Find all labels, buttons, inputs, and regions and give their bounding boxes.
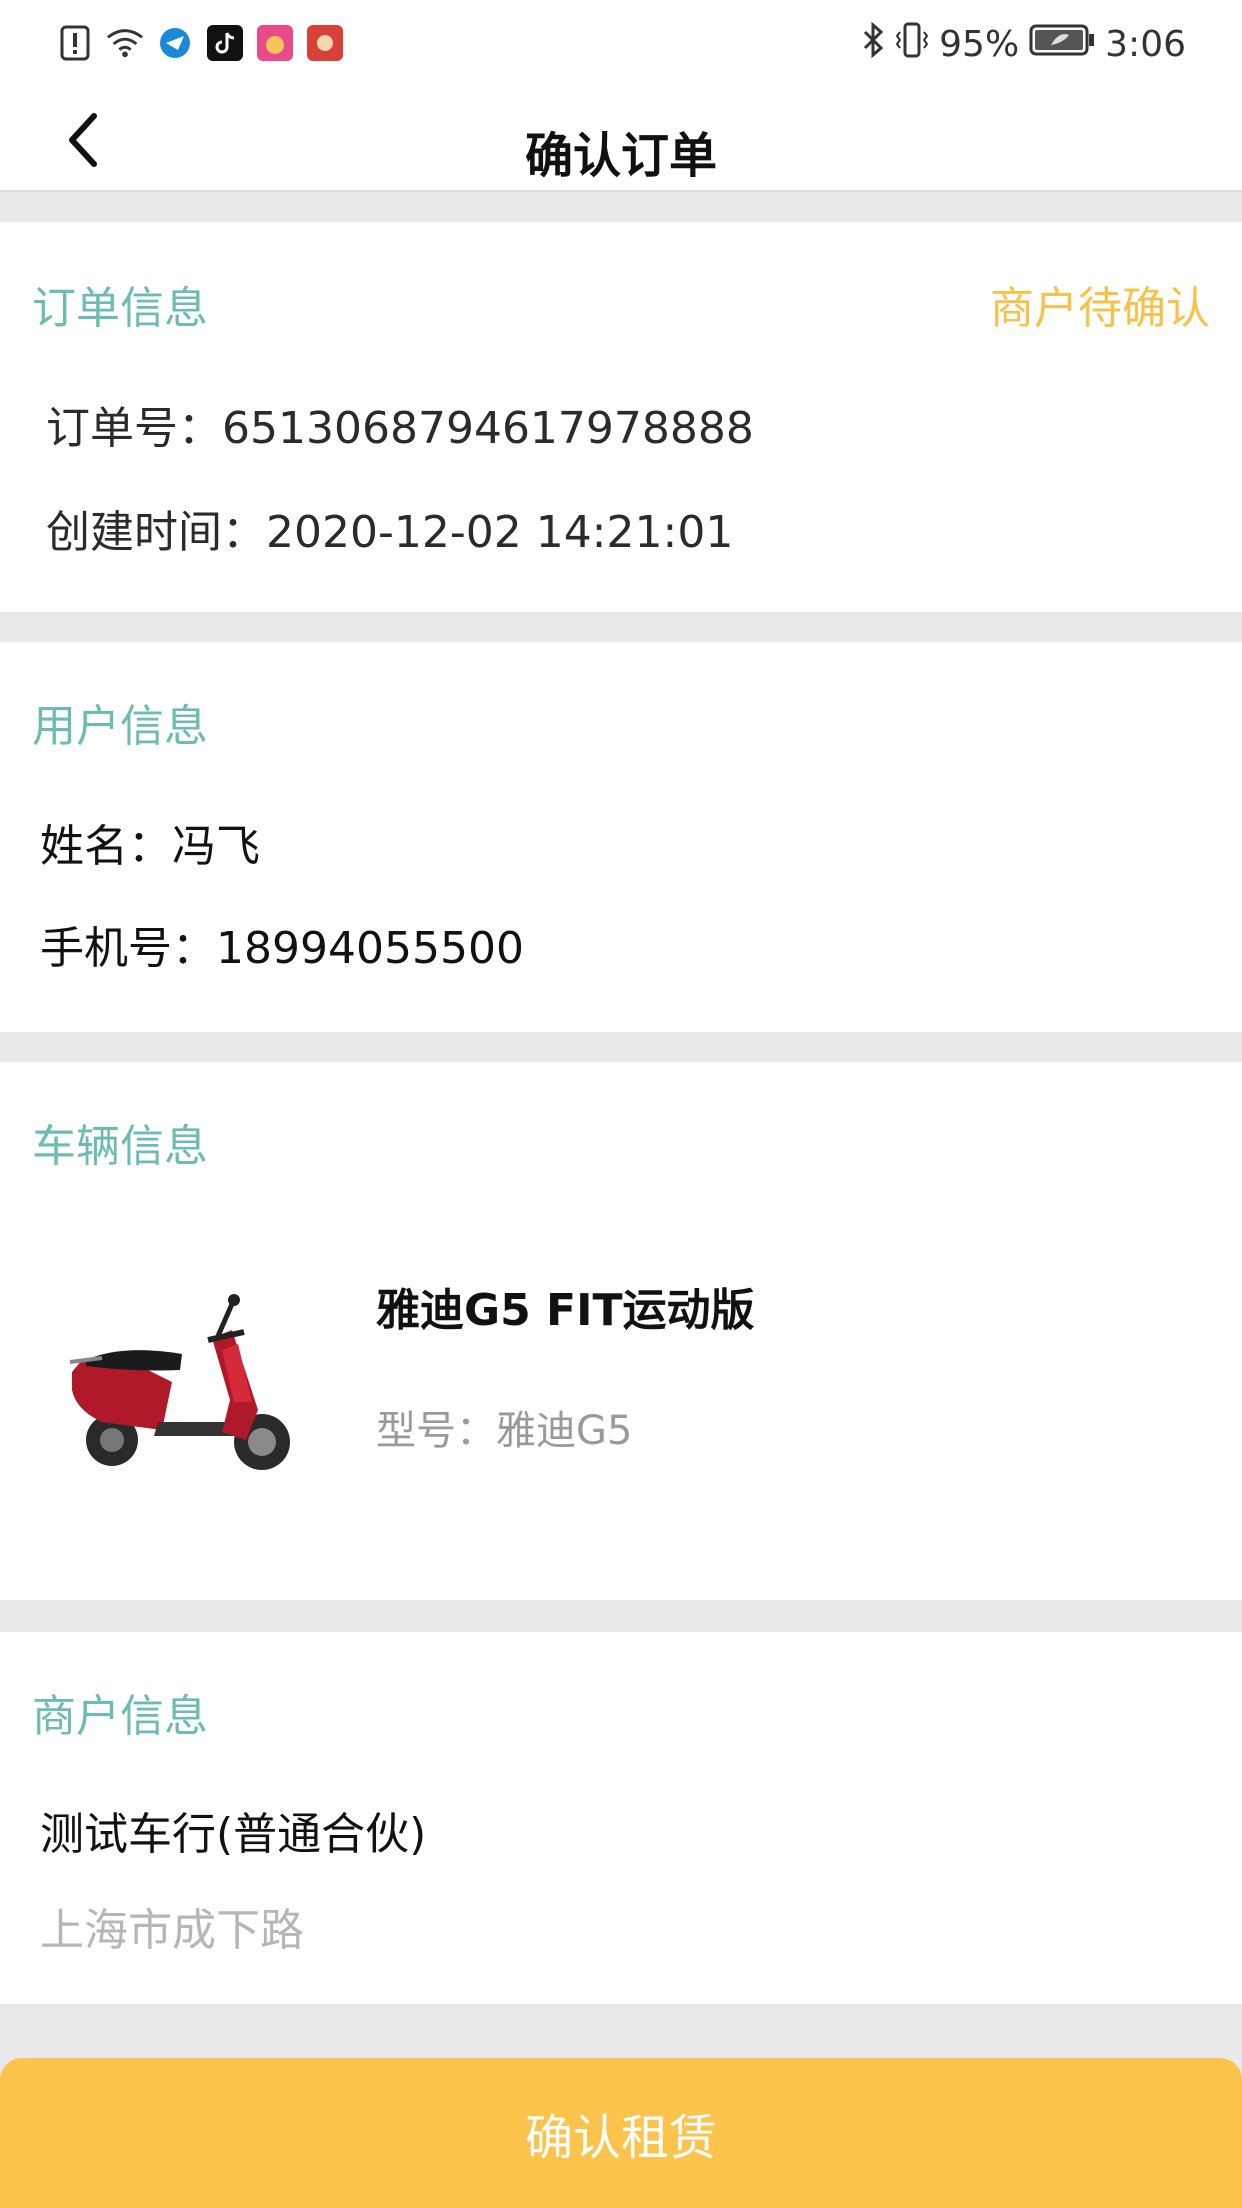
merchant-section-title: 商户信息 (32, 1691, 208, 1742)
clock: 3:06 (1105, 24, 1186, 65)
status-bar: 95% 3:06 (0, 0, 1242, 90)
browser-icon (156, 24, 194, 62)
order-number-row: 订单号：6513068794617978888 (46, 392, 754, 456)
navigation-bar: 确认订单 (0, 90, 1242, 192)
vehicle-model-label: 型号： (376, 1408, 496, 1454)
vehicle-section-title: 车辆信息 (32, 1121, 208, 1172)
merchant-address: 上海市成下路 (40, 1905, 304, 1956)
order-status-badge: 商户待确认 (990, 283, 1210, 334)
created-time-label: 创建时间： (46, 507, 266, 558)
bluetooth-icon (861, 21, 885, 67)
user-name-label: 姓名： (40, 821, 172, 872)
order-number-value: 6513068794617978888 (222, 403, 754, 454)
created-time-row: 创建时间：2020-12-02 14:21:01 (46, 496, 733, 560)
user-section-title: 用户信息 (32, 701, 208, 752)
user-name-row: 姓名：冯飞 (40, 810, 260, 874)
merchant-info-card: 商户信息 测试车行(普通合伙) 上海市成下路 (0, 1632, 1242, 2004)
wifi-icon (106, 24, 144, 62)
user-phone-row: 手机号：18994055500 (40, 912, 524, 976)
battery-text: 95% (939, 24, 1020, 65)
app-icon (256, 24, 294, 62)
user-info-card: 用户信息 姓名：冯飞 手机号：18994055500 (0, 642, 1242, 1032)
vehicle-model-row: 型号：雅迪G5 (376, 1398, 632, 1456)
vehicle-model-value: 雅迪G5 (496, 1408, 633, 1454)
page-title: 确认订单 (524, 128, 717, 184)
vibrate-icon (895, 22, 929, 67)
created-time-value: 2020-12-02 14:21:01 (266, 507, 734, 558)
vehicle-name: 雅迪G5 FIT运动版 (376, 1285, 755, 1336)
scooter-image (62, 1290, 302, 1480)
order-number-label: 订单号： (46, 403, 222, 454)
merchant-name: 测试车行(普通合伙) (40, 1809, 427, 1860)
status-bar-right: 95% 3:06 (861, 21, 1186, 67)
user-phone-label: 手机号： (40, 923, 216, 974)
status-bar-left (56, 24, 344, 62)
alert-icon (56, 24, 94, 62)
order-info-card: 订单信息 商户待确认 订单号：6513068794617978888 创建时间：… (0, 222, 1242, 612)
user-phone-value: 18994055500 (216, 923, 524, 974)
app-icon-2 (306, 24, 344, 62)
tiktok-icon (206, 24, 244, 62)
order-section-title: 订单信息 (32, 283, 208, 334)
battery-icon (1029, 23, 1095, 66)
user-name-value: 冯飞 (172, 821, 260, 872)
confirm-rental-button[interactable]: 确认租赁 (0, 2058, 1242, 2208)
